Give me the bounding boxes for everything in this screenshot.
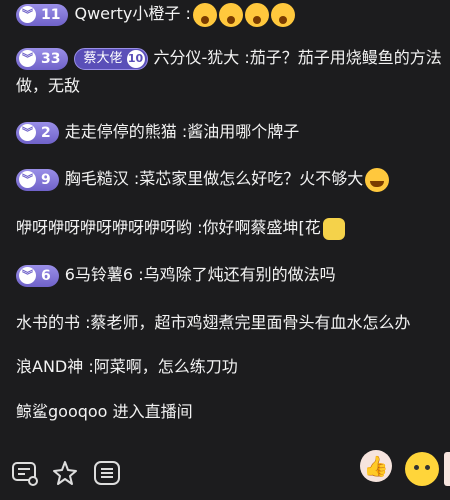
message-text: 蔡老师，超市鸡翅煮完里面骨头有血水怎么办: [90, 313, 411, 332]
username[interactable]: 6马铃薯6: [65, 265, 133, 284]
username[interactable]: 水书的书: [16, 313, 80, 332]
message-text: 酱油用哪个牌子: [187, 122, 300, 141]
message-text: 你好啊蔡盛坤[花: [202, 218, 321, 237]
message-text: 菜芯家里做怎么好吃？火不够大: [139, 169, 364, 188]
smiley-icon[interactable]: [405, 452, 439, 486]
scream-emoji-icon: [218, 2, 243, 27]
level-badge: ︾ 6: [16, 264, 59, 287]
cat-sticker-icon: [322, 217, 345, 240]
chat-message[interactable]: ︾ 6 6马铃薯6 :乌鸡除了炖还有别的做法吗: [16, 261, 450, 289]
star-sparkle-icon[interactable]: [50, 458, 80, 488]
scream-emoji-icon: [244, 2, 269, 27]
chat-list: ︾ 11 Qwerty小橙子 : ︾ 33 蔡大佬 10 六分仪-犹大 :茄子？茄子用烧鳗鱼…: [0, 0, 450, 442]
level-badge: ︾ 11: [16, 3, 69, 26]
chat-message[interactable]: 浪AND神 :阿菜啊，怎么练刀功: [16, 353, 450, 381]
level-badge: ︾ 2: [16, 121, 59, 144]
fan-level-number: 10: [126, 49, 145, 68]
scream-emoji-icon: [192, 2, 217, 27]
level-badge: ︾ 33: [16, 47, 69, 70]
level-badge: ︾ 9: [16, 168, 59, 191]
chat-message[interactable]: ︾ 2 走走停停的熊猫 :酱油用哪个牌子: [16, 118, 450, 146]
username[interactable]: 鲸鲨gooqoo: [16, 402, 107, 421]
chat-message[interactable]: ︾ 33 蔡大佬 10 六分仪-犹大 :茄子？茄子用烧鳗鱼的方法做，无敌: [16, 44, 450, 100]
enter-notice: 鲸鲨gooqoo 进入直播间: [16, 398, 450, 426]
fan-club-badge[interactable]: 蔡大佬 10: [74, 47, 148, 70]
reaction-overflow[interactable]: [444, 452, 450, 486]
username[interactable]: 六分仪-犹大: [154, 48, 240, 67]
chat-message[interactable]: 咿呀咿呀咿呀咿呀咿呀哟 :你好啊蔡盛坤[花: [16, 214, 450, 242]
menu-list-icon[interactable]: [92, 458, 122, 488]
thumbs-up-icon[interactable]: 👍: [360, 450, 392, 482]
username[interactable]: 咿呀咿呀咿呀咿呀咿呀哟: [16, 218, 192, 237]
chat-message[interactable]: ︾ 11 Qwerty小橙子 :: [16, 0, 450, 28]
laughing-emoji-icon: [365, 167, 390, 192]
chat-settings-icon[interactable]: [10, 458, 40, 488]
chat-message[interactable]: ︾ 9 胸毛糙汉 :菜芯家里做怎么好吃？火不够大: [16, 165, 450, 193]
separator: :: [185, 4, 191, 23]
username[interactable]: 胸毛糙汉: [65, 169, 129, 188]
chat-message[interactable]: 水书的书 :蔡老师，超市鸡翅煮完里面骨头有血水怎么办: [16, 309, 450, 337]
scream-emoji-icon: [270, 2, 295, 27]
username[interactable]: Qwerty小橙子: [74, 4, 180, 23]
level-chevron-icon: ︾: [19, 50, 36, 67]
level-chevron-icon: ︾: [19, 6, 36, 23]
message-text: 阿菜啊，怎么练刀功: [93, 357, 238, 376]
username[interactable]: 浪AND神: [16, 357, 83, 376]
message-text: 乌鸡除了炖还有别的做法吗: [143, 265, 336, 284]
level-chevron-icon: ︾: [19, 171, 36, 188]
enter-notice-text: 进入直播间: [112, 402, 193, 421]
level-chevron-icon: ︾: [19, 124, 36, 141]
username[interactable]: 走走停停的熊猫: [65, 122, 177, 141]
level-chevron-icon: ︾: [19, 267, 36, 284]
